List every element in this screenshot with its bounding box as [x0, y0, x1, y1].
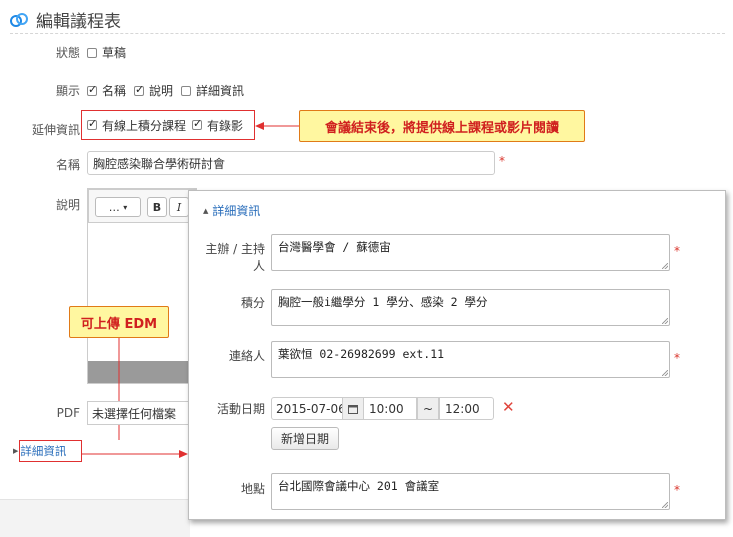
details-toggle-label: 詳細資訊 — [20, 444, 67, 458]
details-panel: ▲ 詳細資訊 主辦 / 主持人 台灣醫學會 / 蘇德宙 * 積分 胸腔一般i繼學… — [188, 190, 726, 520]
contact-textarea[interactable]: 葉欲恒 02-26982699 ext.11 — [271, 341, 670, 378]
name-label: 名稱 — [55, 158, 80, 172]
footer-bar — [0, 499, 190, 537]
credits-label: 積分 — [240, 296, 265, 310]
display-details-checkbox[interactable] — [181, 85, 192, 96]
display-description-checkbox[interactable] — [134, 83, 144, 96]
remove-date-icon[interactable]: ✕ — [502, 398, 515, 416]
italic-button[interactable]: I — [169, 197, 189, 217]
location-required-mark: * — [674, 483, 680, 497]
organizer-required-mark: * — [674, 244, 680, 258]
display-options: 名稱 說明 詳細資訊 — [87, 82, 252, 99]
display-name-checkbox[interactable] — [87, 83, 97, 96]
details-panel-header[interactable]: ▲ 詳細資訊 — [203, 202, 260, 219]
display-description-label: 說明 — [149, 84, 174, 98]
callout-arrow-top — [255, 122, 299, 130]
title-divider — [10, 33, 725, 34]
add-date-button[interactable]: 新增日期 — [271, 427, 339, 450]
organizer-textarea[interactable]: 台灣醫學會 / 蘇德宙 — [271, 234, 670, 271]
page-title: 編輯議程表 — [36, 12, 121, 32]
display-label: 顯示 — [55, 84, 80, 98]
location-textarea[interactable]: 台北國際會議中心 201 會議室 — [271, 473, 670, 510]
recording-option[interactable]: 有錄影 — [192, 117, 243, 134]
details-toggle[interactable]: ▶ 詳細資訊 — [13, 440, 82, 462]
chevron-down-icon: ▾ — [123, 202, 128, 212]
draft-option[interactable]: 草稿 — [87, 44, 126, 61]
format-select-value: … — [108, 200, 120, 214]
bold-button[interactable]: B — [147, 197, 167, 217]
page-header: 編輯議程表 — [10, 7, 121, 32]
status-options: 草稿 — [87, 44, 134, 61]
contact-label: 連絡人 — [228, 349, 265, 363]
recording-label: 有錄影 — [207, 118, 244, 133]
display-description-option[interactable]: 說明 — [134, 82, 173, 99]
display-name-label: 名稱 — [102, 84, 127, 98]
extended-label: 延伸資訊 — [31, 123, 80, 137]
format-select[interactable]: … ▾ — [95, 197, 141, 217]
draft-option-label: 草稿 — [102, 46, 127, 60]
organizer-label: 主辦 / 主持人 — [205, 242, 265, 273]
name-input[interactable]: 胸腔感染聯合學術研討會 — [87, 151, 495, 175]
contact-required-mark: * — [674, 351, 680, 365]
display-name-option[interactable]: 名稱 — [87, 82, 126, 99]
display-details-label: 詳細資訊 — [196, 84, 245, 98]
event-date-input[interactable]: 2015-07-06 — [271, 397, 343, 420]
start-time-input[interactable]: 10:00 — [363, 397, 417, 420]
online-course-label: 有線上積分課程 — [102, 118, 187, 133]
details-panel-title: 詳細資訊 — [212, 204, 261, 218]
event-date-label: 活動日期 — [216, 402, 265, 416]
description-label: 說明 — [55, 198, 80, 212]
location-label: 地點 — [240, 482, 265, 496]
recording-checkbox[interactable] — [192, 117, 202, 130]
extended-options-highlight: 有線上積分課程 有錄影 — [81, 110, 255, 140]
status-label: 狀態 — [55, 46, 80, 60]
caret-down-icon: ▲ — [203, 206, 209, 215]
name-required-mark: * — [499, 154, 505, 168]
editor-toolbar: … ▾ B I — [88, 189, 196, 223]
caret-right-icon: ▶ — [13, 447, 19, 455]
online-course-option[interactable]: 有線上積分課程 — [87, 117, 186, 134]
online-course-checkbox[interactable] — [87, 117, 97, 130]
credits-textarea[interactable]: 胸腔一般i繼學分 1 學分、感染 2 學分 — [271, 289, 670, 326]
pdf-label: PDF — [56, 406, 80, 420]
calendar-icon[interactable] — [342, 397, 364, 420]
app-logo-icon — [10, 12, 28, 27]
display-details-option[interactable]: 詳細資訊 — [181, 82, 244, 99]
end-time-input[interactable]: 12:00 — [439, 397, 494, 420]
pdf-file-input[interactable]: 未選擇任何檔案 — [87, 401, 197, 425]
draft-checkbox[interactable] — [87, 47, 97, 58]
callout-edm: 可上傳 EDM — [69, 306, 169, 338]
time-range-separator: ~ — [417, 397, 439, 420]
callout-online-course: 會議結束後，將提供線上課程或影片閱讀 — [299, 110, 585, 142]
